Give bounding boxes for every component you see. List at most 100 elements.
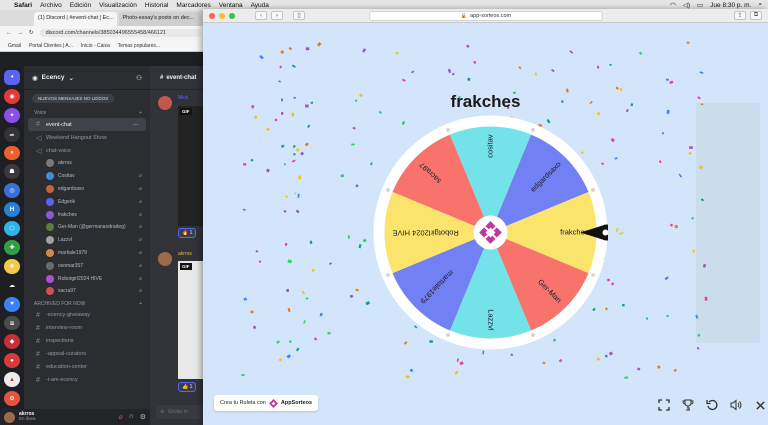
server-icon[interactable]: H: [4, 202, 20, 218]
reaction-fire[interactable]: 🔥 1: [178, 228, 197, 238]
channel-weekend-hangout[interactable]: ◁ Weekend Hangout Show: [24, 131, 150, 144]
chat-user-name[interactable]: akrros: [178, 251, 192, 257]
avatar[interactable]: [4, 411, 15, 423]
menu-ayuda[interactable]: Ayuda: [251, 2, 269, 9]
more-icon[interactable]: ···: [133, 122, 139, 128]
server-icon[interactable]: ▲: [4, 372, 20, 388]
server-icon[interactable]: ≋: [4, 315, 20, 331]
archived-channel[interactable]: # -ecency-giveaway: [24, 309, 150, 322]
server-icon[interactable]: ⬡: [4, 221, 20, 237]
undo-icon[interactable]: [705, 398, 719, 412]
server-icon[interactable]: ⊙: [4, 391, 20, 407]
server-icon[interactable]: ❖: [4, 258, 20, 274]
back-url-field[interactable]: discord.com/channels/385034496555458/466…: [39, 29, 201, 37]
channel-event-chat[interactable]: # event-chat ···: [28, 118, 146, 131]
volume-icon[interactable]: [729, 398, 743, 412]
server-icon[interactable]: ◎: [4, 183, 20, 199]
create-roulette-button[interactable]: Crea tu Ruleta con AppSorteos: [214, 395, 319, 411]
server-icon[interactable]: ◉: [4, 88, 20, 104]
forward-button[interactable]: ›: [271, 11, 283, 20]
confetti-piece: [665, 78, 669, 81]
archived-channel[interactable]: # -i-am-ecency: [24, 374, 150, 387]
voice-user[interactable]: Cositav ⌀: [24, 170, 150, 183]
gear-icon[interactable]: ⚙: [140, 413, 146, 421]
voice-user[interactable]: Robotgirl2024 HIVE ⌀: [24, 272, 150, 285]
tab-photo-essay[interactable]: Photo-essay's posts on dec...: [118, 12, 201, 26]
volume-status-icon[interactable]: ◁): [683, 1, 690, 9]
server-icon[interactable]: ●: [4, 353, 20, 369]
voice-user[interactable]: osomar357 ⌀: [24, 259, 150, 272]
discord-home-icon[interactable]: ◕: [4, 70, 20, 85]
archived-channel[interactable]: # inspections: [24, 335, 150, 348]
close-icon[interactable]: [753, 398, 767, 412]
menu-historial[interactable]: Historial: [145, 2, 168, 9]
server-header[interactable]: ◉ Ecency ⌄ ⚇: [24, 66, 150, 90]
mute-icon[interactable]: ⌀: [118, 413, 122, 421]
back-button[interactable]: ‹: [255, 11, 267, 20]
archived-channel[interactable]: # interview-room: [24, 322, 150, 335]
forward-arrow-icon[interactable]: →: [18, 30, 24, 36]
category-voice[interactable]: Voice +: [24, 107, 150, 118]
voice-user[interactable]: Lazzvl ⌀: [24, 234, 150, 247]
fullscreen-icon[interactable]: [657, 398, 671, 412]
channel-chat-voice[interactable]: ◁ chat-voice: [24, 144, 150, 157]
voice-user[interactable]: frakches ⌀: [24, 208, 150, 221]
spotlight-icon[interactable]: ⌕: [758, 1, 762, 9]
chat-user-name[interactable]: Mick: [178, 95, 188, 101]
battery-icon[interactable]: ▭: [697, 1, 703, 9]
server-icon[interactable]: »: [4, 145, 20, 161]
server-icon[interactable]: ah: [4, 126, 20, 142]
server-icon[interactable]: ♥: [4, 296, 20, 312]
voice-user[interactable]: Ger-Man (@germanandradeg) ⌀: [24, 221, 150, 234]
server-icon[interactable]: ✦: [4, 107, 20, 123]
archived-channel[interactable]: # -appeal-curators: [24, 348, 150, 361]
voice-user[interactable]: sacra97 ⌀: [24, 285, 150, 298]
avatar[interactable]: [158, 252, 172, 266]
add-attachment-icon[interactable]: ⊕: [160, 409, 164, 415]
muted-mic-icon: ⌀: [138, 262, 142, 269]
avatar[interactable]: [158, 96, 172, 110]
tabs-overview-icon[interactable]: ⧉: [750, 11, 762, 20]
bookmark-gmail[interactable]: Gmail: [8, 43, 21, 49]
voice-user[interactable]: akrros: [24, 157, 150, 170]
voice-user[interactable]: Edgerik ⌀: [24, 195, 150, 208]
menubar-clock[interactable]: Jue 8:30 p. m.: [710, 2, 751, 9]
share-icon[interactable]: ⇪: [734, 11, 746, 20]
menubar-app-name[interactable]: Safari: [14, 2, 32, 9]
menu-edicion[interactable]: Edición: [70, 2, 91, 9]
category-archived[interactable]: ARCHIVED FOR NOW +: [24, 298, 150, 309]
reaction-thumbs-up[interactable]: 👍 1: [178, 382, 197, 392]
menu-marcadores[interactable]: Marcadores: [176, 2, 210, 9]
zoom-window-button[interactable]: [229, 12, 235, 19]
reload-icon[interactable]: ↻: [29, 30, 34, 36]
headphones-icon[interactable]: ∩: [129, 413, 134, 421]
voice-user[interactable]: martiale1979 ⌀: [24, 247, 150, 260]
voice-user[interactable]: edgardsaxo ⌀: [24, 183, 150, 196]
server-icon[interactable]: ☗: [4, 164, 20, 180]
confetti-piece: [288, 340, 292, 344]
add-channel-icon[interactable]: +: [139, 110, 142, 116]
menu-visualizacion[interactable]: Visualización: [99, 2, 137, 9]
add-channel-icon[interactable]: +: [139, 301, 142, 307]
new-messages-badge[interactable]: NUEVOS MENSAJES NO LEÍDOS: [32, 94, 115, 103]
minimize-window-button[interactable]: [219, 12, 225, 19]
bookmark-caixa[interactable]: Inicio - Caixa: [81, 43, 110, 49]
back-arrow-icon[interactable]: ←: [6, 30, 12, 36]
menu-ventana[interactable]: Ventana: [219, 2, 243, 9]
trophy-icon[interactable]: [681, 398, 695, 412]
roulette-wheel[interactable]: frakchesGer-ManLazzvlmartiale1979Robotgi…: [373, 115, 608, 350]
close-window-button[interactable]: [209, 12, 215, 19]
front-url-field[interactable]: 🔒 app-sorteos.com: [369, 11, 603, 21]
server-icon[interactable]: ◆: [4, 334, 20, 350]
bookmark-portal[interactable]: Portal Clientes | A...: [29, 43, 73, 49]
add-member-icon[interactable]: ⚇: [136, 74, 142, 82]
sidebar-toggle-icon[interactable]: ▯: [293, 11, 305, 20]
tab-discord[interactable]: (1) Discord | #event-chat | Ec...: [34, 12, 117, 26]
menu-archivo[interactable]: Archivo: [40, 2, 62, 9]
bookmark-temas[interactable]: Temas populares...: [118, 43, 160, 49]
hash-icon: #: [36, 121, 40, 128]
server-icon[interactable]: ☁: [4, 277, 20, 293]
archived-channel[interactable]: # education-center: [24, 361, 150, 374]
server-icon[interactable]: ✚: [4, 240, 20, 255]
wifi-icon[interactable]: ◠: [670, 1, 676, 9]
